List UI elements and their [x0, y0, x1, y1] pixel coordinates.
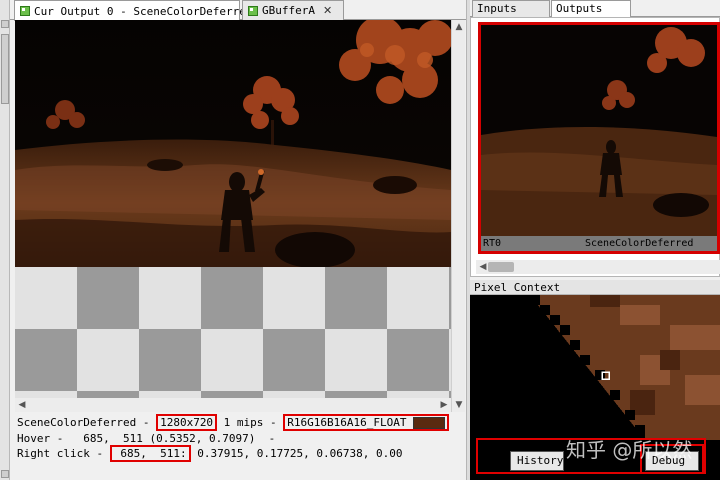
rightclick-coords: 685, 511: — [109, 445, 191, 462]
left-dock-strip — [0, 0, 10, 480]
texture-mips: 1 mips - — [217, 416, 284, 429]
dock-scroll-thumb[interactable] — [1, 34, 9, 104]
transparency-checkerboard — [15, 267, 451, 412]
status-line-texture: SceneColorDeferred - 1280x720 1 mips - R… — [17, 414, 449, 431]
scroll-left-icon[interactable]: ◀ — [15, 398, 29, 412]
texture-icon — [20, 6, 30, 16]
format-color-swatch — [412, 417, 445, 429]
tab-inputs[interactable]: Inputs — [472, 0, 550, 17]
texture-icon — [248, 5, 258, 16]
scroll-right-icon[interactable]: ▶ — [437, 398, 451, 412]
outputs-horizontal-scrollbar[interactable]: ◀ — [476, 260, 720, 274]
output-thumbnail[interactable]: RT0 SceneColorDeferred — [478, 22, 720, 254]
rightclick-values: 0.37915, 0.17725, 0.06738, 0.00 — [190, 447, 403, 460]
viewport-vertical-scrollbar[interactable]: ▲ ▼ — [451, 20, 465, 412]
dock-toggle-bottom[interactable] — [1, 470, 9, 478]
texture-status-panel: SceneColorDeferred - 1280x720 1 mips - R… — [15, 413, 467, 480]
tab-label: GBufferA — [262, 4, 315, 17]
close-icon[interactable]: ✕ — [323, 4, 332, 17]
tab-label: Cur Output 0 - SceneColorDeferred — [34, 4, 253, 18]
texture-format: R16G16B16A16_FLOAT — [287, 416, 407, 429]
tab-outputs[interactable]: Outputs — [551, 0, 631, 18]
status-line-rightclick: Right click - 685, 511: 0.37915, 0.17725… — [17, 445, 403, 462]
scrollbar-thumb[interactable] — [488, 262, 514, 272]
scroll-up-icon[interactable]: ▲ — [452, 20, 466, 34]
tab-cur-output[interactable]: Cur Output 0 - SceneColorDeferred — [14, 0, 253, 21]
texture-resolution: 1280x720 — [156, 414, 218, 431]
viewport-horizontal-scrollbar[interactable]: ◀ ▶ — [15, 398, 451, 412]
scroll-down-icon[interactable]: ▼ — [452, 398, 466, 412]
rightclick-label: Right click - — [17, 447, 110, 460]
texture-tab-bar: Cur Output 0 - SceneColorDeferred GBuffe… — [10, 0, 466, 21]
pixel-context-title: Pixel Context — [470, 280, 720, 295]
thumbnail-caption: RT0 SceneColorDeferred — [481, 236, 717, 251]
io-tab-bar: Inputs Outputs — [470, 0, 720, 18]
thumbnail-name: SceneColorDeferred — [585, 238, 694, 249]
dock-toggle-top[interactable] — [1, 20, 9, 28]
texture-viewport[interactable] — [15, 20, 451, 267]
thumbnail-slot: RT0 — [483, 238, 502, 249]
texture-name: SceneColorDeferred - — [17, 416, 157, 429]
tab-gbuffera[interactable]: GBufferA ✕ — [242, 0, 344, 20]
texture-format-box: R16G16B16A16_FLOAT — [283, 414, 449, 431]
history-button[interactable]: History — [510, 451, 564, 471]
thumbnail-image — [481, 25, 717, 236]
pixel-context-view[interactable] — [470, 295, 720, 440]
status-line-hover: Hover - 685, 511 (0.5352, 0.7097) - — [17, 432, 276, 445]
watermark: 知乎 @所以然 — [566, 438, 693, 462]
